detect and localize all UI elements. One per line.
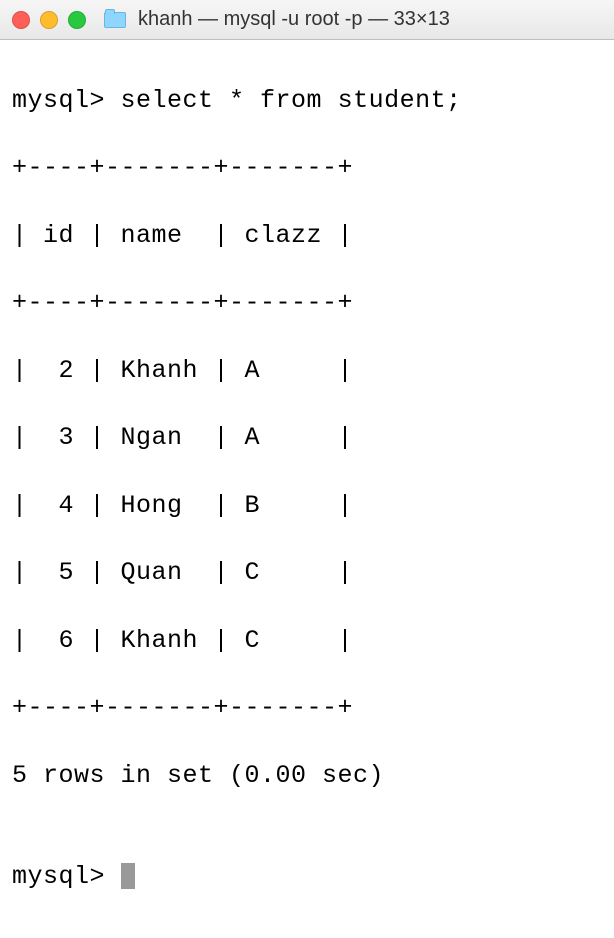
prompt: mysql> bbox=[12, 862, 105, 891]
folder-icon bbox=[104, 12, 126, 28]
cursor bbox=[121, 863, 135, 889]
sql-command: select * from student; bbox=[121, 86, 462, 115]
table-border: +----+-------+-------+ bbox=[12, 151, 602, 185]
prompt: mysql> bbox=[12, 86, 105, 115]
terminal-output[interactable]: mysql> select * from student; +----+----… bbox=[0, 40, 614, 938]
close-icon[interactable] bbox=[12, 11, 30, 29]
status-text: 5 rows in set (0.00 sec) bbox=[12, 759, 602, 793]
table-header: | id | name | clazz | bbox=[12, 219, 602, 253]
table-row: | 2 | Khanh | A | bbox=[12, 354, 602, 388]
window-title: khanh — mysql -u root -p — 33×13 bbox=[138, 8, 602, 31]
table-row: | 5 | Quan | C | bbox=[12, 556, 602, 590]
table-row: | 6 | Khanh | C | bbox=[12, 624, 602, 658]
table-row: | 4 | Hong | B | bbox=[12, 489, 602, 523]
table-row: | 3 | Ngan | A | bbox=[12, 421, 602, 455]
maximize-icon[interactable] bbox=[68, 11, 86, 29]
table-border: +----+-------+-------+ bbox=[12, 691, 602, 725]
table-border: +----+-------+-------+ bbox=[12, 286, 602, 320]
minimize-icon[interactable] bbox=[40, 11, 58, 29]
title-bar: khanh — mysql -u root -p — 33×13 bbox=[0, 0, 614, 40]
traffic-lights bbox=[12, 11, 86, 29]
